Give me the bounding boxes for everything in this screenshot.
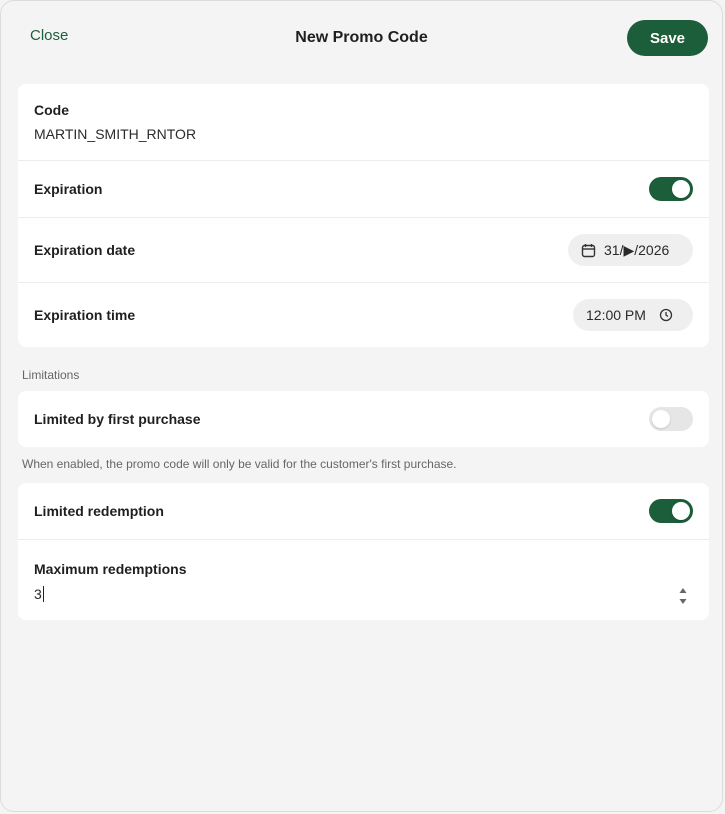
calendar-icon	[581, 243, 596, 258]
expiration-time-picker[interactable]: 12:00 PM	[573, 299, 693, 331]
first-purchase-card: Limited by first purchase	[18, 391, 709, 447]
save-button[interactable]: Save	[627, 20, 708, 56]
limitations-section-label: Limitations	[22, 368, 80, 382]
first-purchase-row: Limited by first purchase	[18, 391, 709, 447]
expiration-date-value: 31/▶/2026	[604, 241, 670, 258]
dialog-header: Close New Promo Code Save	[1, 1, 722, 81]
max-redemptions-row: Maximum redemptions 3	[18, 540, 709, 620]
redemption-card: Limited redemption Maximum redemptions 3	[18, 483, 709, 620]
expiration-time-row: Expiration time 12:00 PM	[18, 283, 709, 347]
expiration-row: Expiration	[18, 161, 709, 218]
first-purchase-toggle[interactable]	[649, 407, 693, 431]
limited-redemption-row: Limited redemption	[18, 483, 709, 540]
limited-redemption-label: Limited redemption	[34, 503, 164, 519]
expiration-date-label: Expiration date	[34, 242, 136, 258]
toggle-knob	[672, 180, 690, 198]
expiration-date-picker[interactable]: 31/▶/2026	[568, 234, 693, 266]
max-redemptions-input[interactable]: 3	[34, 586, 44, 602]
expiration-date-row: Expiration date 31/▶/2026	[18, 218, 709, 283]
expiration-toggle[interactable]	[649, 177, 693, 201]
code-expiration-card: Code MARTIN_SMITH_RNTOR Expiration Expir…	[18, 84, 709, 347]
expiration-label: Expiration	[34, 181, 103, 197]
max-redemptions-value: 3	[34, 586, 42, 602]
limited-redemption-toggle[interactable]	[649, 499, 693, 523]
max-redemptions-label: Maximum redemptions	[34, 561, 187, 577]
promo-code-dialog: Close New Promo Code Save Code MARTIN_SM…	[0, 0, 723, 812]
code-row[interactable]: Code MARTIN_SMITH_RNTOR	[18, 84, 709, 161]
expiration-time-label: Expiration time	[34, 307, 136, 323]
stepper-arrows-icon[interactable]	[678, 586, 688, 606]
clock-icon	[659, 308, 673, 322]
code-label: Code	[34, 102, 69, 118]
code-value[interactable]: MARTIN_SMITH_RNTOR	[34, 126, 196, 142]
text-caret	[42, 586, 44, 602]
first-purchase-label: Limited by first purchase	[34, 411, 201, 427]
page-title: New Promo Code	[295, 29, 428, 46]
first-purchase-help-text: When enabled, the promo code will only b…	[22, 457, 457, 471]
toggle-knob	[652, 410, 670, 428]
toggle-knob	[672, 502, 690, 520]
expiration-time-value: 12:00 PM	[586, 307, 646, 323]
